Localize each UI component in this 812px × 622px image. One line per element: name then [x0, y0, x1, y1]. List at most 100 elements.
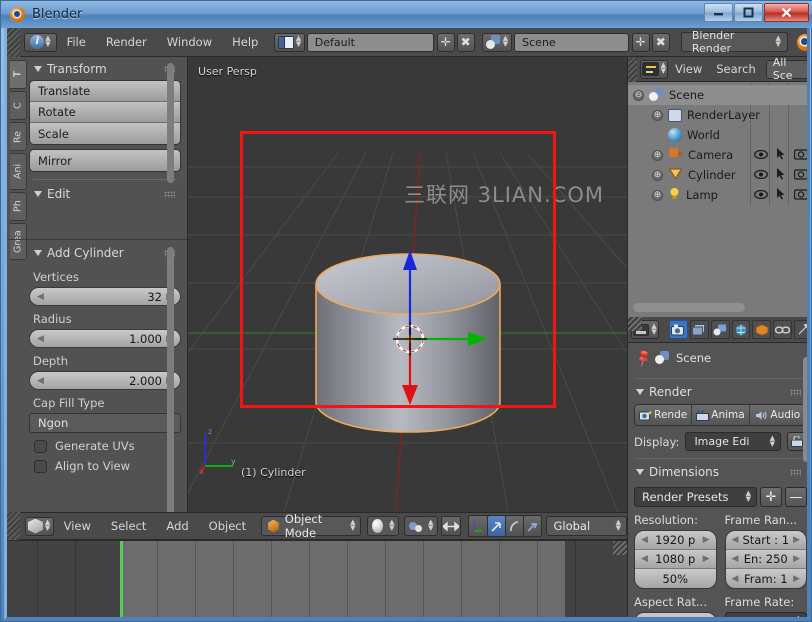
edit-panel-header[interactable]: Edit — [29, 187, 181, 205]
modifier-properties-tab[interactable] — [794, 320, 807, 339]
outliner-editor[interactable]: ▲ ▼ View Search All Sce ⊖ Scene ⊕ Render… — [627, 57, 807, 317]
render-layers-properties-tab[interactable] — [689, 320, 709, 339]
expand-icon[interactable]: ⊕ — [652, 109, 663, 121]
outliner-row-camera[interactable]: ⊕ Camera — [628, 145, 807, 165]
decrement-arrow-icon[interactable]: ◀ — [732, 574, 739, 584]
depth-field[interactable]: ◀ 2.000 ▶ — [29, 371, 181, 390]
frame-rate-dropdown[interactable]: 24 fps ▲▼ — [724, 612, 807, 617]
delete-screen-button[interactable]: ✖ — [456, 32, 475, 52]
object-properties-tab[interactable] — [752, 320, 772, 339]
add-cylinder-panel-header[interactable]: Add Cylinder — [29, 243, 181, 264]
rotate-button[interactable]: Rotate — [30, 102, 180, 123]
restrict-select-icon[interactable] — [776, 187, 786, 203]
generate-uvs-checkbox[interactable] — [34, 439, 47, 453]
rotate-manipulator-toggle[interactable] — [505, 516, 524, 536]
viewport-menu-object[interactable]: Object — [199, 512, 256, 540]
remove-preset-button[interactable]: — — [785, 487, 807, 507]
render-audio-button[interactable]: Audio — [749, 405, 806, 425]
outliner-row-cylinder[interactable]: ⊕ Cylinder — [628, 165, 807, 185]
outliner-menu-search[interactable]: Search — [709, 57, 763, 82]
expand-icon[interactable]: ⊕ — [652, 149, 663, 161]
radius-field[interactable]: ◀ 1.000 ▶ — [29, 329, 181, 348]
outliner-row-world[interactable]: World — [628, 125, 807, 145]
increment-arrow-icon[interactable]: ▶ — [703, 554, 710, 564]
3d-viewport[interactable]: User Persp 三联网 3LIAN.COM (1) Cylinder z … — [188, 57, 627, 512]
properties-scrollbar[interactable] — [803, 357, 807, 462]
restrict-select-icon[interactable] — [776, 147, 786, 163]
outliner-display-mode[interactable]: All Sce — [765, 57, 807, 82]
interaction-mode-selector[interactable]: Object Mode ▲ ▼ — [261, 512, 362, 540]
expand-icon[interactable]: ⊕ — [652, 169, 663, 181]
outliner-editor-type-selector[interactable]: ▲ ▼ — [639, 59, 668, 79]
dimensions-panel-header[interactable]: Dimensions — [634, 461, 807, 484]
tab-grease-pencil[interactable]: Grea — [10, 223, 27, 260]
add-screen-button[interactable]: ✛ — [436, 32, 455, 52]
outliner-row-lamp[interactable]: ⊕ Lamp — [628, 185, 807, 205]
collapse-icon[interactable]: ⊖ — [633, 89, 644, 101]
menu-render[interactable]: Render — [96, 28, 157, 57]
area-corner-grip[interactable] — [628, 317, 642, 331]
render-panel-header[interactable]: Render — [634, 381, 807, 404]
menu-file[interactable]: File — [57, 28, 96, 57]
increment-arrow-icon[interactable]: ▶ — [793, 535, 800, 545]
decrement-arrow-icon[interactable]: ◀ — [732, 535, 739, 545]
render-presets-dropdown[interactable]: Render Presets ▲ ▼ — [634, 487, 757, 507]
align-to-view-checkbox[interactable] — [34, 459, 47, 473]
decrement-arrow-icon[interactable]: ◀ — [37, 292, 44, 302]
close-button[interactable] — [764, 3, 809, 22]
outliner-row-renderlayer[interactable]: ⊕ RenderLayer — [628, 105, 807, 125]
delete-scene-button[interactable]: ✖ — [651, 32, 670, 52]
manipulator-toggle[interactable] — [469, 516, 488, 536]
render-properties-tab[interactable] — [668, 320, 688, 339]
maximize-button[interactable] — [734, 3, 763, 22]
resolution-x-field[interactable]: ◀ 1920 p ▶ — [635, 531, 716, 550]
scene-name-field[interactable]: Scene — [514, 32, 629, 52]
decrement-arrow-icon[interactable]: ◀ — [641, 554, 648, 564]
restrict-view-icon[interactable] — [754, 188, 768, 202]
expand-icon[interactable]: ⊕ — [652, 189, 663, 201]
increment-arrow-icon[interactable]: ▶ — [793, 554, 800, 564]
snap-during-transform-toggle[interactable] — [441, 516, 462, 536]
add-scene-button[interactable]: ✛ — [631, 32, 650, 52]
render-image-button[interactable]: Rende — [635, 405, 693, 425]
tab-physics[interactable]: Ph — [10, 192, 27, 221]
menu-help[interactable]: Help — [222, 28, 268, 57]
scene-selector[interactable]: ▲ ▼ — [481, 32, 513, 52]
outliner-menu-view[interactable]: View — [668, 57, 709, 82]
transform-orientation-selector[interactable]: Global ▲ ▼ — [546, 516, 627, 536]
decrement-arrow-icon[interactable]: ◀ — [37, 376, 44, 386]
minimize-button[interactable] — [704, 3, 733, 22]
restrict-select-icon[interactable] — [776, 167, 786, 183]
restrict-view-icon[interactable] — [754, 168, 768, 182]
add-preset-button[interactable]: ✛ — [760, 487, 782, 507]
viewport-menu-add[interactable]: Add — [156, 512, 198, 540]
generate-uvs-row[interactable]: Generate UVs — [29, 433, 181, 453]
outliner-horizontal-scrollbar[interactable] — [633, 303, 745, 312]
viewport-shading-selector[interactable]: ▲ ▼ — [367, 516, 400, 536]
increment-arrow-icon[interactable]: ▶ — [793, 574, 800, 584]
pivot-point-selector[interactable]: ▲ ▼ — [404, 516, 439, 536]
world-properties-tab[interactable] — [731, 320, 751, 339]
resolution-percentage-field[interactable]: 50% — [635, 569, 716, 588]
timeline-editor[interactable] — [7, 540, 627, 617]
scale-manipulator-toggle[interactable] — [523, 516, 542, 536]
transform-panel-header[interactable]: Transform — [29, 59, 181, 80]
display-mode-dropdown[interactable]: Image Edi ▲ ▼ — [685, 432, 781, 451]
screen-layout-name[interactable]: Default — [306, 32, 434, 52]
scale-button[interactable]: Scale — [30, 123, 180, 144]
menu-window[interactable]: Window — [157, 28, 222, 57]
decrement-arrow-icon[interactable]: ◀ — [641, 618, 648, 621]
decrement-arrow-icon[interactable]: ◀ — [732, 554, 739, 564]
viewport-editor-type-selector[interactable]: ▲ ▼ — [24, 516, 54, 536]
toolshelf-scrollbar-top[interactable] — [167, 63, 174, 183]
vertices-field[interactable]: ◀ 32 ▶ — [29, 287, 181, 306]
mirror-button[interactable]: Mirror — [30, 150, 180, 171]
translate-manipulator-toggle[interactable] — [487, 516, 506, 536]
frame-end-field[interactable]: ◀ En: 250 ▶ — [725, 550, 806, 569]
restrict-view-icon[interactable] — [754, 148, 768, 162]
restrict-render-icon[interactable] — [793, 148, 807, 163]
constraints-properties-tab[interactable] — [773, 320, 793, 339]
restrict-render-icon[interactable] — [793, 168, 807, 183]
render-engine-selector[interactable]: Blender Render ▲ ▼ — [680, 29, 788, 55]
scene-properties-tab[interactable] — [710, 320, 730, 339]
